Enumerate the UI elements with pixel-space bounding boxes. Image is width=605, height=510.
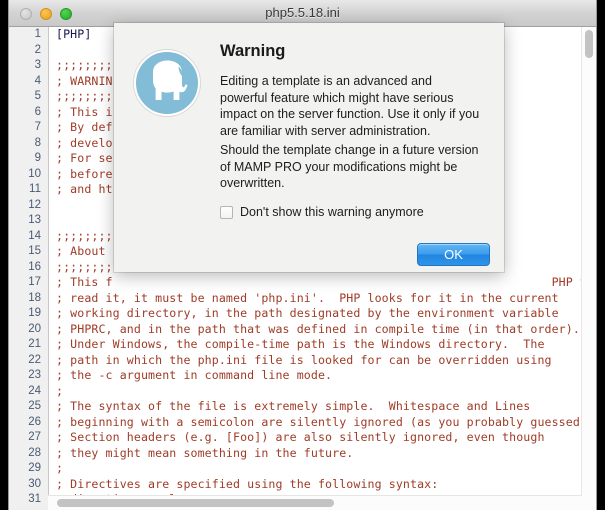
line-number: 2: [34, 43, 41, 56]
checkbox-label: Don't show this warning anymore: [240, 205, 424, 219]
code-line: ;: [56, 461, 64, 475]
line-number: 12: [28, 198, 41, 211]
line-number: 30: [28, 477, 41, 490]
checkbox-box[interactable]: [220, 205, 233, 219]
vertical-scrollbar[interactable]: [581, 27, 596, 496]
ok-button[interactable]: OK: [417, 243, 490, 266]
horizontal-scrollbar-thumb[interactable]: [57, 499, 334, 507]
code-line: ; read it, it must be named 'php.ini'. P…: [56, 290, 559, 305]
line-number: 27: [28, 431, 41, 443]
line-number: 14: [28, 229, 41, 242]
window-title: php5.5.18.ini: [265, 5, 340, 20]
line-number: 22: [28, 353, 41, 366]
line-number: 25: [28, 400, 41, 412]
code-line: ; Directives are specified using the fol…: [56, 476, 439, 491]
code-line: ; PHPRC, and in the path that was define…: [56, 321, 580, 336]
line-number: 26: [28, 415, 41, 428]
line-number: 6: [34, 105, 41, 118]
line-number: 8: [34, 136, 41, 149]
vertical-scrollbar-thumb[interactable]: [585, 30, 593, 58]
line-number: 23: [28, 369, 41, 381]
code-line: ; The syntax of the file is extremely si…: [56, 399, 531, 413]
line-number: 1: [34, 28, 41, 40]
line-number: 18: [28, 291, 41, 304]
code-line: ; Section headers (e.g. [Foo]) are also …: [56, 430, 545, 444]
line-number: 31: [28, 493, 41, 505]
line-number: 17: [28, 276, 41, 288]
line-number: 13: [28, 214, 41, 226]
line-number: 29: [28, 462, 41, 474]
editor-window: php5.5.18.ini 1 2 3 4 5 6 7 8 9 10 11 12 13 14 15 16 17 1…: [8, 0, 597, 510]
line-number: 28: [28, 446, 41, 459]
mamp-elephant-icon: [134, 50, 200, 116]
line-number: 20: [28, 322, 41, 335]
warning-dialog: Warning Editing a template is an advance…: [114, 23, 504, 272]
line-number: 16: [28, 260, 41, 273]
code-line: ; Under Windows, the compile-time path i…: [56, 337, 545, 351]
line-number: 19: [28, 307, 41, 319]
line-number: 11: [29, 183, 41, 195]
dialog-paragraph-1: Editing a template is an advanced and po…: [220, 74, 480, 138]
code-line: ; beginning with a semicolon are silentl…: [56, 414, 582, 429]
line-number: 5: [34, 90, 41, 102]
line-number: 3: [34, 59, 41, 71]
line-number: 9: [34, 152, 41, 164]
code-line: ; the -c argument in command line mode.: [56, 368, 333, 382]
scrollbar-corner: [582, 496, 596, 510]
line-number: 21: [28, 338, 41, 350]
suppress-warning-checkbox[interactable]: Don't show this warning anymore: [220, 205, 424, 219]
line-number: 15: [28, 245, 41, 257]
dialog-paragraph-2: Should the template change in a future v…: [220, 143, 479, 191]
horizontal-scrollbar[interactable]: [48, 495, 582, 510]
code-line: ;: [56, 383, 64, 398]
dialog-heading: Warning: [220, 42, 286, 60]
line-number: 24: [28, 384, 41, 397]
code-line: ; path in which the php.ini file is look…: [56, 352, 552, 367]
line-number-gutter: 1 2 3 4 5 6 7 8 9 10 11 12 13 14 15 16 17 18 19 20 21 22 23 24 2…: [9, 27, 49, 510]
code-line: ; working directory, in the path designa…: [56, 306, 559, 320]
line-number: 10: [28, 167, 41, 180]
line-number: 7: [34, 121, 41, 133]
code-line: ; they might mean something in the futur…: [56, 445, 354, 460]
code-line: ; This f PHP to: [56, 275, 582, 289]
line-number: 4: [34, 74, 41, 87]
